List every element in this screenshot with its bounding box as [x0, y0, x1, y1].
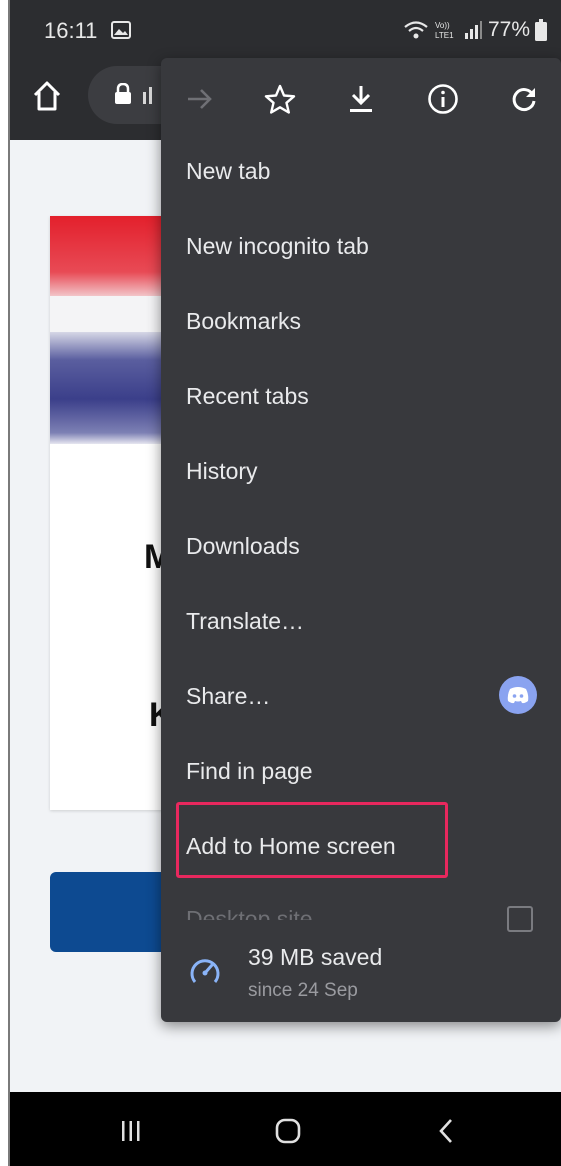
- menu-item-find-in-page[interactable]: Find in page: [186, 758, 313, 785]
- menu-item-share[interactable]: Share…: [186, 683, 270, 710]
- data-saver-gauge-icon: [187, 954, 223, 995]
- phone-screen: 16:11 Vo)) LTE1 77% M New tab New incogn…: [10, 0, 561, 1166]
- wifi-icon: [403, 20, 429, 40]
- menu-item-desktop-site[interactable]: Desktop site: [186, 906, 313, 920]
- menu-icon-row: [161, 58, 561, 138]
- discord-icon[interactable]: [499, 676, 537, 714]
- desktop-site-checkbox[interactable]: [507, 906, 533, 932]
- menu-item-translate[interactable]: Translate…: [186, 608, 304, 635]
- volte-icon: Vo)) LTE1: [434, 20, 458, 40]
- forward-icon[interactable]: [183, 82, 217, 116]
- status-icons: Vo)) LTE1 77%: [403, 18, 547, 42]
- star-icon[interactable]: [263, 82, 297, 116]
- info-icon[interactable]: [426, 82, 460, 116]
- lock-icon: [114, 82, 132, 110]
- back-nav-icon[interactable]: [438, 1118, 454, 1149]
- data-saved-title[interactable]: 39 MB saved: [248, 944, 382, 971]
- home-button[interactable]: [32, 80, 62, 112]
- home-nav-icon[interactable]: [275, 1118, 301, 1149]
- menu-item-add-to-home-screen[interactable]: Add to Home screen: [186, 833, 396, 860]
- system-nav-bar: [10, 1092, 561, 1166]
- battery-icon: [535, 19, 547, 41]
- data-saved-subtitle: since 24 Sep: [248, 980, 358, 1001]
- battery-percent: 77%: [487, 18, 530, 41]
- menu-item-downloads[interactable]: Downloads: [186, 533, 300, 560]
- menu-item-new-tab[interactable]: New tab: [186, 158, 270, 185]
- menu-item-bookmarks[interactable]: Bookmarks: [186, 308, 301, 335]
- download-icon[interactable]: [344, 82, 378, 116]
- signal-icon: [463, 20, 483, 40]
- home-icon: [33, 81, 61, 111]
- menu-item-new-incognito-tab[interactable]: New incognito tab: [186, 233, 369, 260]
- gallery-icon: [111, 21, 131, 44]
- menu-item-recent-tabs[interactable]: Recent tabs: [186, 383, 309, 410]
- reload-icon[interactable]: [507, 82, 541, 116]
- svg-text:LTE1: LTE1: [435, 31, 454, 40]
- url-text-fragment: [142, 83, 156, 105]
- overflow-menu: New tab New incognito tab Bookmarks Rece…: [161, 58, 561, 1022]
- menu-item-history[interactable]: History: [186, 458, 258, 485]
- status-time: 16:11: [44, 18, 98, 43]
- recent-apps-icon[interactable]: [120, 1120, 142, 1147]
- svg-text:Vo)): Vo)): [435, 21, 450, 30]
